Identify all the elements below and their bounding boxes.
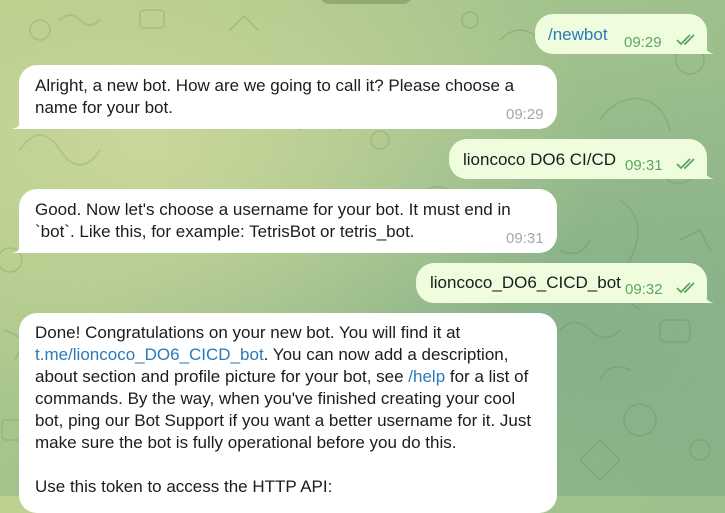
bot-link[interactable]: t.me/lioncoco_DO6_CICD_bot — [35, 345, 264, 364]
double-check-icon — [676, 158, 695, 170]
bubble-tail — [12, 115, 24, 129]
message-time: 09:29 — [624, 34, 662, 51]
double-check-icon — [676, 282, 695, 294]
message-text: lioncoco DO6 CI/CD — [463, 150, 617, 169]
message-text: lioncoco_DO6_CICD_bot — [430, 273, 621, 292]
outgoing-message[interactable]: /newbot 09:29 — [535, 14, 714, 54]
bubble-tail — [702, 40, 714, 54]
help-command-link[interactable]: /help — [408, 367, 445, 386]
message-time: 09:29 — [506, 106, 544, 123]
incoming-message[interactable]: Alright, a new bot. How are we going to … — [12, 65, 557, 129]
message-time: 09:31 — [506, 230, 544, 247]
message-text-part: Done! Congratulations on your new bot. Y… — [35, 323, 465, 342]
incoming-message[interactable]: Done! Congratulations on your new bot. Y… — [19, 313, 557, 513]
outgoing-message[interactable]: lioncoco DO6 CI/CD 09:31 — [449, 139, 714, 179]
message-text: Alright, a new bot. How are we going to … — [35, 76, 519, 117]
bubble-tail — [12, 239, 24, 253]
previous-message-edge — [320, 0, 412, 4]
bubble-tail — [702, 165, 714, 179]
incoming-message[interactable]: Good. Now let's choose a username for yo… — [12, 189, 557, 253]
message-time: 09:32 — [625, 281, 663, 298]
message-time: 09:31 — [625, 157, 663, 174]
bubble-tail — [702, 289, 714, 303]
command-text[interactable]: /newbot — [548, 24, 608, 46]
token-intro-text: Use this token to access the HTTP API: — [35, 477, 333, 496]
double-check-icon — [676, 34, 695, 46]
message-text: Good. Now let's choose a username for yo… — [35, 200, 516, 241]
message-text: Done! Congratulations on your new bot. Y… — [35, 322, 545, 454]
outgoing-message[interactable]: lioncoco_DO6_CICD_bot 09:32 — [416, 263, 714, 303]
